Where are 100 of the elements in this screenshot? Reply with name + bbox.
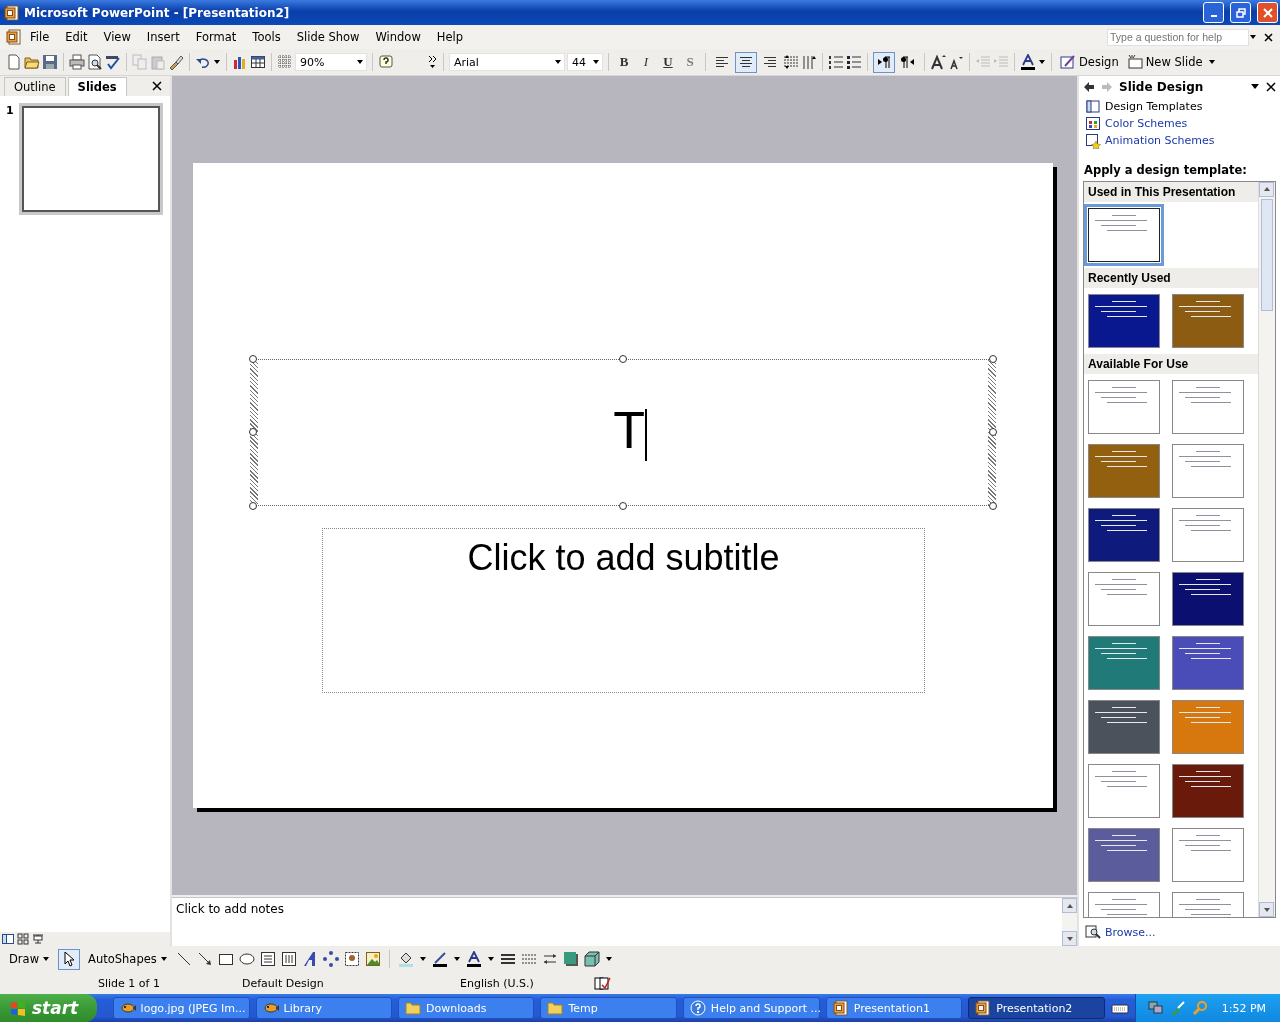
template-thumbnail[interactable] — [1088, 827, 1160, 882]
folder-icon[interactable] — [547, 1000, 564, 1016]
taskbar-button[interactable]: Downloads — [398, 997, 535, 1019]
resize-handle[interactable] — [619, 502, 627, 510]
diagram-icon[interactable] — [322, 951, 339, 967]
caret-icon[interactable] — [1207, 58, 1216, 66]
template-thumbnail[interactable] — [1172, 699, 1244, 754]
line-style-icon[interactable] — [499, 951, 516, 967]
caret-icon[interactable] — [42, 955, 51, 963]
template-thumbnail[interactable] — [1172, 827, 1244, 882]
template-thumbnail[interactable] — [1088, 443, 1160, 498]
template-thumbnail[interactable] — [1172, 379, 1244, 434]
selection-border[interactable] — [250, 360, 258, 505]
help-icon[interactable] — [689, 1000, 706, 1016]
folder-icon[interactable] — [405, 1000, 421, 1016]
menu-item[interactable]: View — [95, 28, 139, 46]
bold-button[interactable]: B — [614, 54, 634, 70]
fish-icon[interactable] — [262, 1000, 279, 1016]
oval-icon[interactable] — [238, 951, 255, 967]
shadow-icon[interactable] — [562, 951, 579, 967]
menu-item[interactable]: Slide Show — [288, 28, 368, 46]
template-thumbnail[interactable] — [1088, 699, 1160, 754]
line-color-icon[interactable] — [431, 951, 448, 967]
line-icon[interactable] — [175, 951, 192, 967]
windows-logo-icon[interactable] — [10, 1000, 26, 1016]
caret-icon[interactable] — [1249, 33, 1257, 41]
print-icon[interactable] — [69, 54, 85, 70]
caret-icon[interactable] — [554, 58, 562, 66]
browse-link[interactable]: Browse... — [1105, 925, 1156, 939]
open-folder-icon[interactable] — [24, 54, 40, 70]
autoshapes-button[interactable]: AutoShapes — [85, 951, 171, 967]
pane-tab[interactable]: Slides — [67, 77, 127, 96]
powerpoint-icon[interactable] — [975, 1000, 992, 1016]
arrow-style-icon[interactable] — [541, 951, 558, 967]
caret-icon[interactable] — [159, 955, 168, 963]
close-icon[interactable] — [1263, 31, 1274, 43]
increase-font-icon[interactable] — [930, 54, 946, 70]
caret-icon[interactable] — [356, 58, 364, 66]
document-icon[interactable] — [6, 29, 22, 45]
text-box-icon[interactable] — [259, 951, 276, 967]
taskbar-button[interactable]: Help and Support ... — [682, 997, 820, 1019]
template-thumbnail[interactable] — [1172, 763, 1244, 818]
close-icon[interactable] — [152, 81, 162, 91]
help-icon[interactable] — [378, 54, 394, 70]
minimize-button[interactable] — [1203, 2, 1224, 23]
caret-icon[interactable] — [418, 955, 427, 963]
network-icon[interactable] — [1147, 1000, 1164, 1016]
resize-handle[interactable] — [989, 502, 997, 510]
vertical-text-box-icon[interactable] — [280, 951, 297, 967]
pane-link[interactable]: Animation Schemes — [1105, 134, 1215, 148]
draw-menu-button[interactable]: Draw — [6, 951, 54, 967]
caret-icon[interactable] — [213, 58, 221, 66]
design-icon[interactable] — [1060, 54, 1076, 70]
color-palette-icon[interactable] — [1085, 115, 1101, 132]
slide-sorter-icon[interactable] — [17, 933, 29, 945]
menu-item[interactable]: Edit — [57, 28, 96, 46]
template-thumbnail[interactable] — [1172, 507, 1244, 562]
template-thumbnail[interactable] — [1172, 443, 1244, 498]
resize-handle[interactable] — [249, 355, 257, 363]
close-icon[interactable] — [1266, 81, 1276, 92]
back-arrow-icon[interactable] — [1083, 80, 1095, 93]
resize-handle[interactable] — [619, 355, 627, 363]
title-text[interactable]: T — [599, 404, 647, 461]
more-tools-icon[interactable] — [428, 54, 438, 70]
powerpoint-icon[interactable] — [832, 1000, 849, 1016]
fish-icon[interactable] — [119, 1000, 136, 1016]
italic-button[interactable]: I — [636, 54, 656, 70]
template-thumbnail[interactable] — [1172, 571, 1244, 626]
font-field[interactable]: Arial — [449, 53, 565, 71]
restore-icon[interactable] — [1235, 7, 1246, 18]
menu-item[interactable]: File — [22, 28, 58, 46]
template-thumbnail[interactable] — [1088, 293, 1160, 348]
resize-handle[interactable] — [249, 428, 257, 436]
underline-button[interactable]: U — [658, 54, 678, 70]
template-thumbnail[interactable] — [1088, 571, 1160, 626]
wordart-icon[interactable] — [301, 951, 318, 967]
font-size-field[interactable]: 44 — [567, 53, 603, 71]
templates-icon[interactable] — [1085, 98, 1101, 115]
selection-border[interactable] — [988, 360, 996, 505]
new-document-icon[interactable] — [6, 54, 22, 70]
font-color-icon[interactable] — [1020, 54, 1036, 70]
caret-icon[interactable] — [604, 955, 613, 963]
clip-art-icon[interactable] — [343, 951, 360, 967]
3d-icon[interactable] — [583, 951, 600, 967]
browse-icon[interactable] — [1085, 924, 1101, 940]
decrease-font-icon[interactable] — [948, 54, 964, 70]
numbered-list-icon[interactable] — [828, 54, 844, 70]
caret-icon[interactable] — [592, 58, 600, 66]
menu-item[interactable]: Insert — [138, 28, 188, 46]
spelling-icon[interactable] — [105, 54, 121, 70]
start-button[interactable]: start — [0, 994, 97, 1022]
table-icon[interactable] — [250, 54, 266, 70]
menu-item[interactable]: Window — [367, 28, 429, 46]
template-thumbnail[interactable] — [1088, 507, 1160, 562]
help-search-field[interactable]: Type a question for help — [1107, 28, 1249, 46]
pane-tab[interactable]: Outline — [4, 77, 66, 96]
caret-icon[interactable] — [486, 955, 495, 963]
brush-icon[interactable] — [168, 54, 184, 70]
slide-show-icon[interactable] — [32, 933, 44, 945]
template-thumbnail[interactable] — [1088, 763, 1160, 818]
